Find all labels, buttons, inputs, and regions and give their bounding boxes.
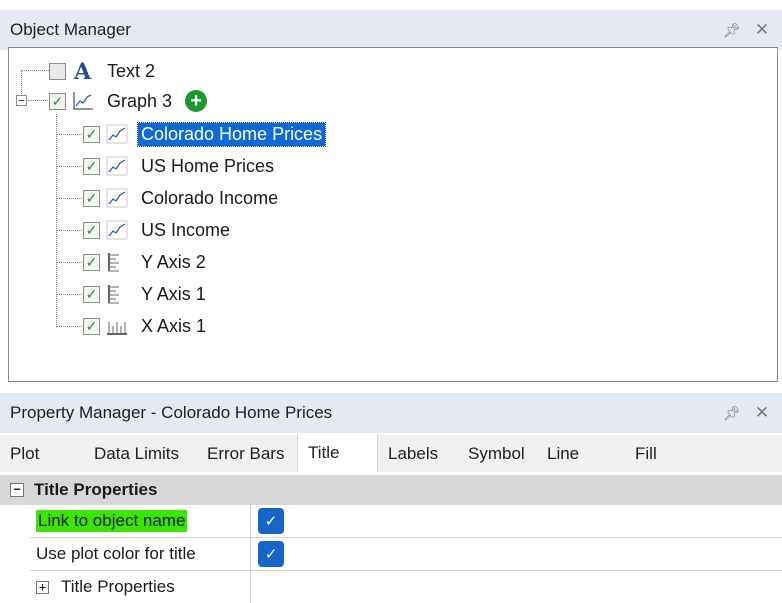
tab-symbol[interactable]: Symbol [458, 435, 537, 472]
object-manager-header: Object Manager 📌︎ ✕ [0, 10, 782, 50]
prop-label: Link to object name [36, 510, 188, 532]
close-icon[interactable]: ✕ [750, 20, 774, 40]
visibility-checkbox[interactable]: ✓ [83, 157, 100, 175]
tree-item-label: Colorado Income [141, 187, 279, 208]
graph-collapse-toggle[interactable]: − [16, 95, 27, 106]
pin-icon[interactable]: 📌︎ [720, 22, 744, 39]
prop-label: Use plot color for title [36, 544, 196, 563]
tab-fill[interactable]: Fill [625, 435, 705, 472]
prop-row-use-plot-color: Use plot color for title ✓ [30, 538, 782, 571]
plus-circle-icon[interactable]: + [185, 90, 208, 112]
line-plot-icon [106, 220, 128, 240]
tab-error-bars[interactable]: Error Bars [197, 435, 297, 472]
tree-item-colorado-home-prices[interactable]: ✓ Colorado Home Prices [83, 119, 327, 149]
tab-plot[interactable]: Plot [0, 435, 84, 472]
tree-item-us-income[interactable]: ✓ US Income [83, 215, 233, 245]
close-icon[interactable]: ✕ [750, 403, 774, 423]
line-plot-icon [106, 156, 128, 176]
visibility-checkbox[interactable] [49, 62, 66, 80]
visibility-checkbox[interactable]: ✓ [83, 189, 100, 207]
x-axis-icon [107, 322, 127, 335]
visibility-checkbox[interactable]: ✓ [83, 285, 100, 303]
tree-item-us-home-prices[interactable]: ✓ US Home Prices [83, 151, 277, 181]
tree-item-label: US Home Prices [141, 155, 275, 176]
graph-icon [73, 92, 93, 110]
tree-item-label: Text 2 [107, 60, 156, 81]
property-gutter [0, 505, 30, 603]
pin-icon[interactable]: 📌︎ [720, 405, 744, 422]
line-plot-icon [106, 188, 128, 208]
svg-text:A: A [73, 61, 92, 81]
visibility-checkbox[interactable]: ✓ [83, 253, 100, 271]
tree-item-label: Colorado Home Prices [136, 121, 327, 147]
y-axis-icon [108, 253, 119, 272]
y-axis-icon [108, 285, 119, 304]
visibility-checkbox[interactable]: ✓ [49, 92, 66, 110]
text-icon: A [73, 61, 92, 81]
visibility-checkbox[interactable]: ✓ [83, 317, 100, 335]
visibility-checkbox[interactable]: ✓ [83, 221, 100, 239]
section-label: Title Properties [34, 480, 158, 499]
link-to-object-name-checkbox[interactable]: ✓ [258, 508, 284, 534]
tree-item-label: Y Axis 2 [141, 251, 206, 272]
tab-data-limits[interactable]: Data Limits [84, 435, 197, 472]
tree-item-y-axis-2[interactable]: ✓ Y Axis 2 [83, 247, 209, 277]
tree-item-text-2[interactable]: A Text 2 [49, 56, 158, 86]
tree-item-label: Y Axis 1 [141, 283, 206, 304]
object-manager-title: Object Manager [10, 20, 131, 39]
prop-row-link-to-object-name: Link to object name ✓ [30, 505, 782, 538]
property-manager-title: Property Manager - Colorado Home Prices [10, 403, 333, 422]
tree-item-colorado-income[interactable]: ✓ Colorado Income [83, 183, 281, 213]
tab-labels[interactable]: Labels [378, 435, 458, 472]
tree-item-label: X Axis 1 [141, 315, 207, 336]
tree-item-y-axis-1[interactable]: ✓ Y Axis 1 [83, 279, 209, 309]
line-plot-icon [106, 124, 128, 144]
title-properties-section[interactable]: − Title Properties [0, 475, 782, 505]
tree-item-graph-3[interactable]: ✓ Graph 3 + [49, 86, 208, 116]
tree-item-x-axis-1[interactable]: ✓ X Axis 1 [83, 311, 209, 341]
object-tree: − A Text 2 ✓ Graph 3 + ✓ Colorado Home P… [8, 47, 778, 382]
tree-item-label: Graph 3 [107, 90, 173, 111]
tab-line[interactable]: Line [537, 435, 625, 472]
visibility-checkbox[interactable]: ✓ [83, 125, 100, 143]
property-manager-header: Property Manager - Colorado Home Prices … [0, 393, 782, 433]
collapse-toggle[interactable]: − [10, 483, 24, 497]
tab-title[interactable]: Title [297, 435, 378, 472]
prop-row-title-properties[interactable]: + Title Properties [30, 571, 782, 603]
tree-item-label: US Income [141, 219, 231, 240]
expand-toggle[interactable]: + [36, 580, 49, 594]
prop-label: Title Properties [61, 577, 175, 596]
property-tabs: Plot Data Limits Error Bars Title Labels… [0, 435, 782, 472]
use-plot-color-checkbox[interactable]: ✓ [258, 541, 284, 567]
